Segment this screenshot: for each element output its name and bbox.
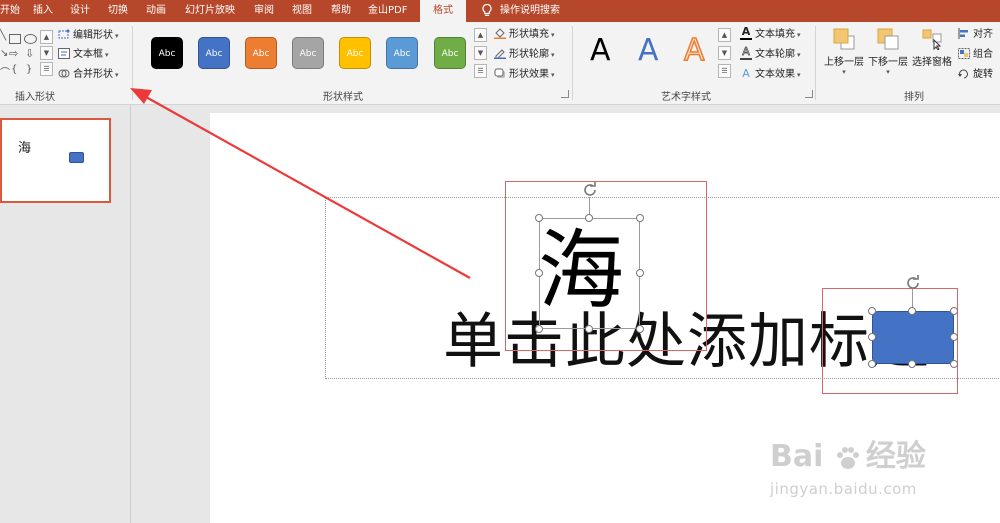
watermark-brand: Bai [770,439,824,474]
paw-icon [834,444,862,472]
watermark-brand-cn: 经验 [865,439,926,474]
baidu-jingyan-watermark: Bai 经验 jingyan.baidu.com [770,440,1000,510]
watermark-url: jingyan.baidu.com [770,480,917,498]
